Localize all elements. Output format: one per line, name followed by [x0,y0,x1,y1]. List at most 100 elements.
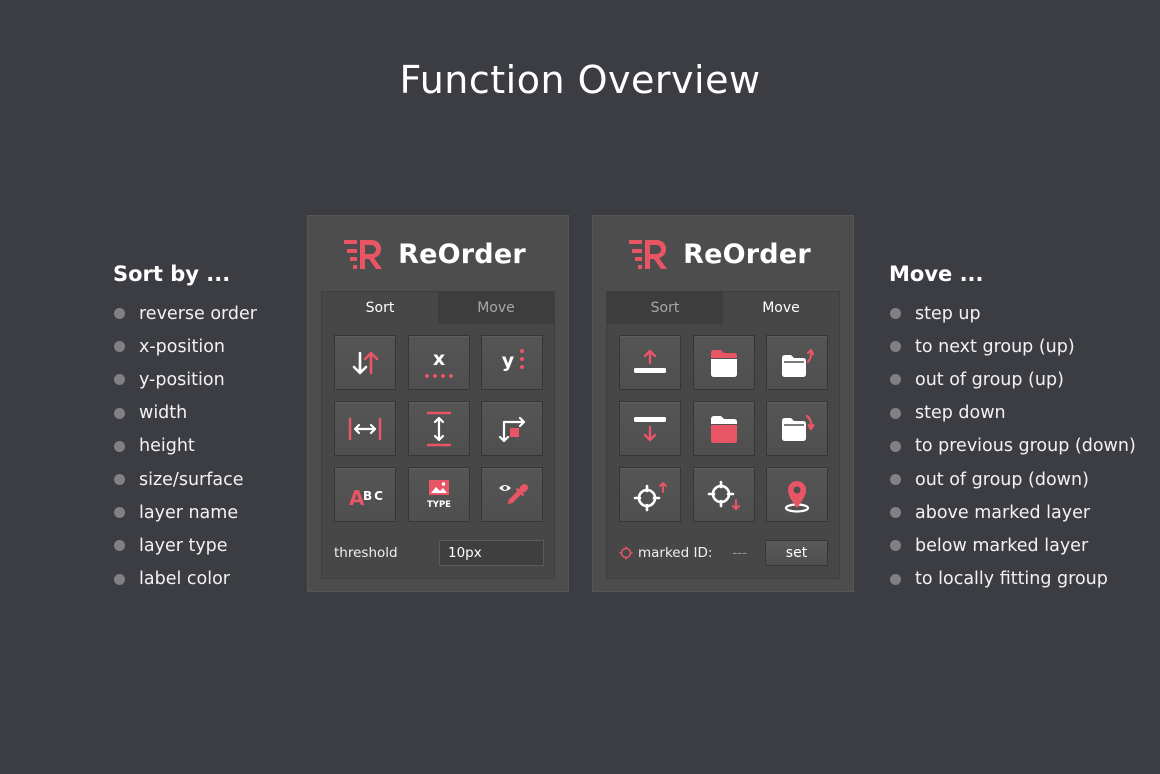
next-group-up-button[interactable] [692,335,755,390]
reorder-logo-icon [344,240,383,269]
bullet-icon [114,507,125,519]
list-item: step down [889,397,1136,430]
list-item: layer name [113,496,257,529]
tab-sort[interactable]: Sort [607,292,723,324]
svg-text:x: x [432,348,444,370]
sort-button-grid: x y A BC TYPE [322,324,554,522]
height-button[interactable] [407,401,470,456]
bullet-icon [890,374,901,386]
previous-group-down-icon [710,415,737,443]
move-panel-body: Sort Move marked ID: --- set [606,291,840,579]
bullet-icon [890,308,901,320]
height-icon [426,411,451,446]
marked-id-value: --- [732,545,748,561]
width-button[interactable] [334,401,396,456]
y-position-button[interactable]: y [481,335,543,390]
list-item: to previous group (down) [889,430,1136,463]
app-name: ReOrder [683,238,811,270]
list-item: out of group (up) [889,363,1136,396]
tab-move[interactable]: Move [438,292,554,324]
move-heading: Move ... [889,262,984,286]
move-panel: ReOrder Sort Move marked ID: --- set [592,215,854,592]
marked-id-label: marked ID: [638,545,713,561]
tab-bar: Sort Move [322,292,554,324]
move-button-grid [607,324,839,522]
step-down-icon [634,416,666,441]
x-position-icon: x [424,348,453,378]
panel-header: ReOrder [593,216,853,292]
locally-fitting-group-button[interactable] [766,467,828,522]
bullet-icon [114,341,125,353]
label-color-icon [499,483,529,504]
list-item: out of group (down) [889,463,1136,496]
reorder-logo-icon [629,240,668,269]
bullet-icon [890,540,901,552]
above-marked-layer-button[interactable] [619,467,681,522]
step-down-button[interactable] [619,401,681,456]
below-marked-layer-icon [707,480,740,510]
svg-text:TYPE: TYPE [427,500,451,510]
bullet-icon [114,440,125,452]
marked-id-row: marked ID: --- set [607,538,839,568]
bullet-icon [890,341,901,353]
bullet-icon [114,308,125,320]
threshold-label: threshold [334,545,398,561]
svg-text:BC: BC [363,489,385,503]
layer-type-button[interactable]: TYPE [407,467,470,522]
bullet-icon [114,573,125,585]
out-of-group-down-button[interactable] [766,401,828,456]
layer-type-icon: TYPE [427,479,451,510]
out-of-group-up-icon [782,348,815,377]
reverse-order-icon [352,351,379,374]
x-position-button[interactable]: x [407,335,470,390]
bullet-icon [114,540,125,552]
crosshair-icon [619,546,633,560]
width-icon [348,417,382,440]
sort-by-heading: Sort by ... [113,262,231,286]
list-item: x-position [113,330,257,363]
next-group-up-icon [710,349,737,377]
list-item: layer type [113,529,257,562]
sort-panel: ReOrder Sort Move x y A BC TYPE threshol… [307,215,569,592]
step-up-button[interactable] [619,335,681,390]
label-color-button[interactable] [481,467,543,522]
list-item: y-position [113,363,257,396]
out-of-group-down-icon [782,414,815,441]
list-item: to locally fitting group [889,563,1136,596]
move-list: Move ... step up to next group (up) out … [889,262,1136,596]
out-of-group-up-button[interactable] [766,335,828,390]
bullet-icon [890,440,901,452]
set-button[interactable]: set [765,540,828,566]
tab-sort[interactable]: Sort [322,292,438,324]
size-surface-button[interactable] [481,401,543,456]
panel-header: ReOrder [308,216,568,292]
tab-move[interactable]: Move [723,292,839,324]
y-position-icon: y [502,348,524,372]
list-item: width [113,397,257,430]
bullet-icon [890,474,901,486]
list-item: reverse order [113,297,257,330]
tab-bar: Sort Move [607,292,839,324]
bullet-icon [114,474,125,486]
list-item: above marked layer [889,496,1136,529]
threshold-row: threshold [322,538,554,568]
sort-panel-body: Sort Move x y A BC TYPE threshold 10px [321,291,555,579]
reverse-order-button[interactable] [334,335,396,390]
page-title: Function Overview [399,58,761,102]
list-item: below marked layer [889,529,1136,562]
below-marked-layer-button[interactable] [692,467,755,522]
layer-name-button[interactable]: A BC [334,467,396,522]
threshold-input[interactable] [439,540,544,566]
size-surface-icon [498,416,526,442]
previous-group-down-button[interactable] [692,401,755,456]
bullet-icon [890,573,901,585]
list-item: label color [113,563,257,596]
list-item: to next group (up) [889,330,1136,363]
bullet-icon [114,407,125,419]
list-item: height [113,430,257,463]
bullet-icon [890,507,901,519]
step-up-icon [634,349,666,373]
list-item: size/surface [113,463,257,496]
svg-text:y: y [502,350,515,372]
layer-name-icon: A BC [349,486,385,510]
